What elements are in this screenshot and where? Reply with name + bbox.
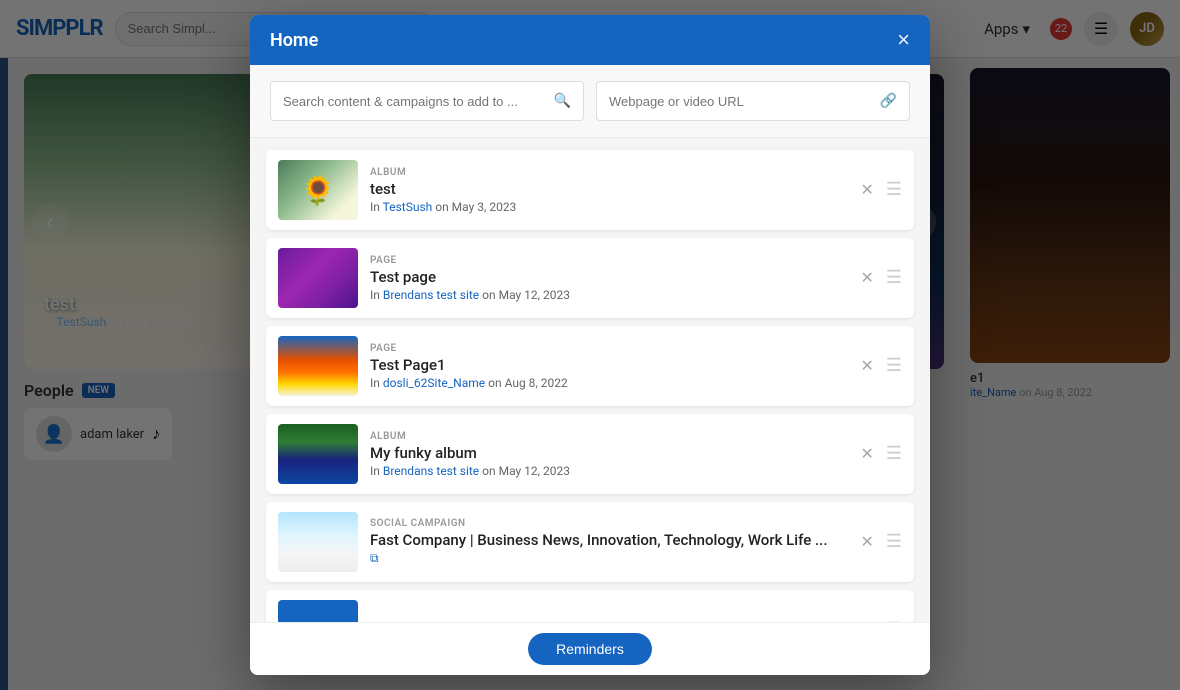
modal-close-button[interactable]: ×: [897, 29, 910, 51]
modal-header: Home ×: [250, 15, 930, 65]
ext-link-icon[interactable]: ⧉: [370, 551, 379, 565]
remove-button[interactable]: ✕: [860, 534, 873, 550]
list-item: PAGE Test Page1 In dosli_62Site_Name on …: [266, 326, 914, 406]
search-icon: 🔍: [554, 93, 571, 109]
drag-handle[interactable]: ☰: [886, 445, 902, 463]
list-item: PAGE Test page In Brendans test site on …: [266, 238, 914, 318]
reminders-bar: Reminders: [250, 622, 930, 675]
item-actions: ✕ ☰: [860, 269, 902, 287]
item-thumbnail: [278, 512, 358, 572]
item-site-link[interactable]: dosli_62Site_Name: [383, 376, 485, 390]
list-item: ALBUM My funky album In Brendans test si…: [266, 414, 914, 494]
modal-content-list: 🌻 ALBUM test In TestSush on May 3, 2023 …: [250, 138, 930, 622]
remove-button[interactable]: ✕: [860, 446, 873, 462]
item-name: Test page: [370, 268, 848, 286]
item-thumbnail: [278, 424, 358, 484]
item-name: Test Page1: [370, 356, 848, 374]
drag-handle[interactable]: ☰: [886, 357, 902, 375]
item-type: ALBUM: [370, 431, 848, 442]
modal-title: Home: [270, 30, 318, 51]
item-info: ALBUM test In TestSush on May 3, 2023: [370, 167, 848, 214]
content-search-input[interactable]: [283, 94, 546, 109]
drag-handle[interactable]: ☰: [886, 181, 902, 199]
item-meta: ⧉: [370, 551, 848, 566]
list-item: SOCIAL CAMPAIGN Fast Company | Business …: [266, 502, 914, 582]
item-thumbnail: MAY: [278, 600, 358, 622]
item-site-link[interactable]: TestSush: [383, 200, 433, 214]
item-actions: ✕ ☰: [860, 357, 902, 375]
modal-search-row: 🔍 🔗: [250, 65, 930, 138]
item-type: ALBUM: [370, 167, 848, 178]
item-meta: In Brendans test site on May 12, 2023: [370, 464, 848, 478]
reminders-button[interactable]: Reminders: [528, 633, 652, 665]
item-actions: ✕ ☰: [860, 445, 902, 463]
item-name: My funky album: [370, 444, 848, 462]
url-input[interactable]: [609, 94, 872, 109]
item-site-link[interactable]: Brendans test site: [383, 464, 479, 478]
item-meta: In TestSush on May 3, 2023: [370, 200, 848, 214]
item-type: PAGE: [370, 255, 848, 266]
item-info: SOCIAL CAMPAIGN Fast Company | Business …: [370, 518, 848, 566]
modal-home: Home × 🔍 🔗 🌻 ALBUM test In TestSush on M…: [250, 15, 930, 675]
url-input-box[interactable]: 🔗: [596, 81, 910, 121]
remove-button[interactable]: ✕: [860, 182, 873, 198]
item-info: PAGE Test Page1 In dosli_62Site_Name on …: [370, 343, 848, 390]
item-meta: In dosli_62Site_Name on Aug 8, 2022: [370, 376, 848, 390]
item-name: test: [370, 180, 848, 198]
list-item: MAY EVENT ✕ ☰: [266, 590, 914, 622]
item-meta: In Brendans test site on May 12, 2023: [370, 288, 848, 302]
item-site-link[interactable]: Brendans test site: [383, 288, 479, 302]
content-search-box[interactable]: 🔍: [270, 81, 584, 121]
item-thumbnail: 🌻: [278, 160, 358, 220]
remove-button[interactable]: ✕: [860, 358, 873, 374]
item-info: PAGE Test page In Brendans test site on …: [370, 255, 848, 302]
link-icon: 🔗: [880, 93, 897, 109]
item-thumbnail: [278, 336, 358, 396]
remove-button[interactable]: ✕: [860, 270, 873, 286]
item-actions: ✕ ☰: [860, 533, 902, 551]
list-item: 🌻 ALBUM test In TestSush on May 3, 2023 …: [266, 150, 914, 230]
item-info: ALBUM My funky album In Brendans test si…: [370, 431, 848, 478]
item-thumbnail: [278, 248, 358, 308]
item-name: Fast Company | Business News, Innovation…: [370, 531, 848, 549]
item-actions: ✕ ☰: [860, 181, 902, 199]
drag-handle[interactable]: ☰: [886, 533, 902, 551]
drag-handle[interactable]: ☰: [886, 269, 902, 287]
item-type: SOCIAL CAMPAIGN: [370, 518, 848, 529]
item-type: PAGE: [370, 343, 848, 354]
